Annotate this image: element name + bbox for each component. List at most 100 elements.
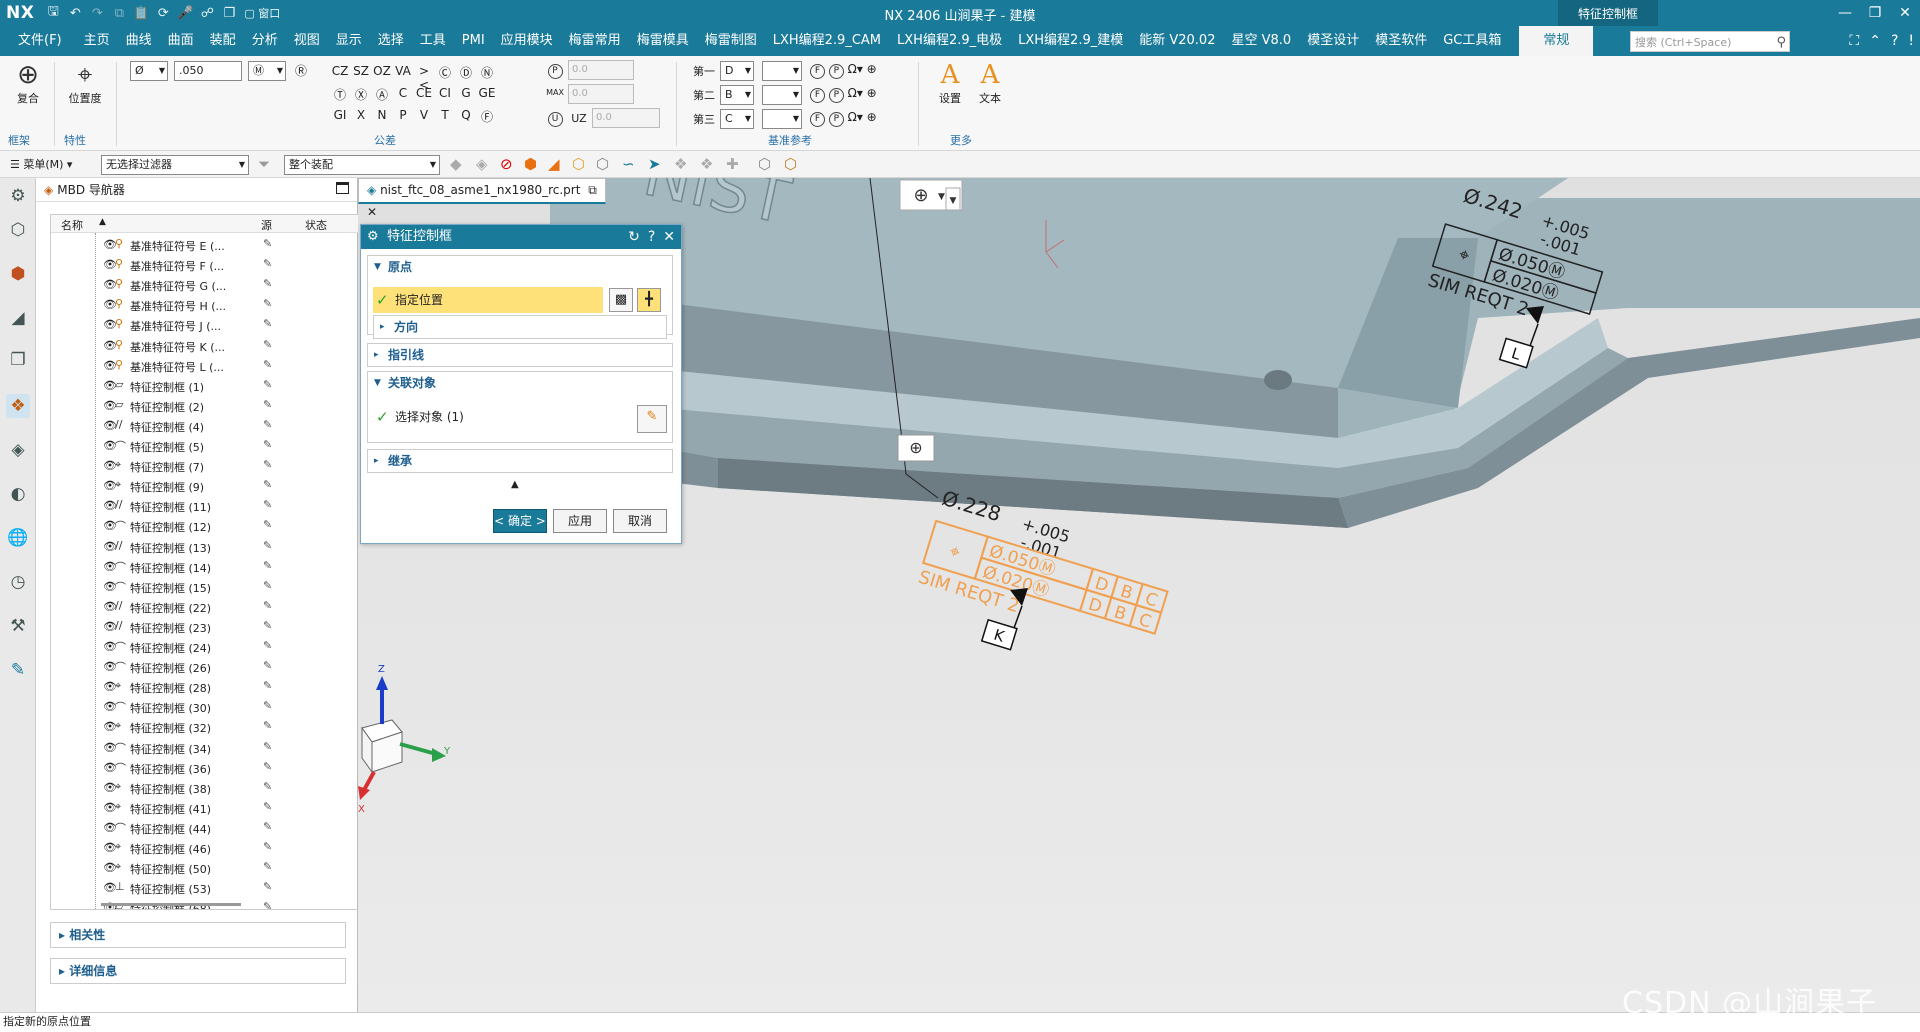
symbol-v[interactable]: V <box>415 108 433 122</box>
datum-k-feature[interactable]: K <box>980 618 1018 651</box>
tab-display[interactable]: 显示 <box>328 26 370 56</box>
collapse-associated-icon[interactable]: ▼ <box>374 372 381 394</box>
tree-row[interactable]: 👁 ⌒ 特征控制框 (30) ✎ <box>51 697 341 717</box>
symbol-c[interactable]: C <box>394 86 412 100</box>
symbol-d-circle[interactable]: Ⓓ <box>457 64 475 81</box>
projected-zone-field[interactable]: 0.0 <box>568 60 634 80</box>
composite-frame-button[interactable]: ⊕ 复合 <box>6 60 50 106</box>
globe-icon[interactable]: 🌐 <box>6 526 30 550</box>
tab-pmi[interactable]: PMI <box>454 26 493 56</box>
symbol-p[interactable]: P <box>394 108 412 122</box>
minimize-icon[interactable]: — <box>1830 0 1860 26</box>
snap-point-icon[interactable]: ➤ <box>648 155 661 173</box>
tree-row[interactable]: 👁 ▱ 特征控制框 (1) ✎ <box>51 376 341 396</box>
symbol-ge[interactable]: GE <box>478 86 496 100</box>
inherit-section[interactable]: ▸ 继承 <box>367 449 673 473</box>
file-menu[interactable]: 文件(F) <box>0 26 76 56</box>
reset-icon[interactable]: ↻ <box>628 225 640 249</box>
settings-button[interactable]: A 设置 <box>930 60 970 106</box>
tab-tools[interactable]: 工具 <box>412 26 454 56</box>
u-circle-icon[interactable]: U <box>546 110 564 127</box>
tree-row[interactable]: 👁 ⌖ 特征控制框 (41) ✎ <box>51 798 341 818</box>
snap-end-icon[interactable]: ❖ <box>674 155 687 173</box>
tab-view[interactable]: 视图 <box>286 26 328 56</box>
cancel-button[interactable]: 取消 <box>613 509 667 533</box>
symbol-gi[interactable]: GI <box>331 108 349 122</box>
leader-section[interactable]: ▸ 指引线 <box>367 343 673 367</box>
select-object-icon[interactable]: ✎ <box>637 405 667 433</box>
menu-button[interactable]: ☰ 菜单(M) ▾ <box>0 156 80 172</box>
selection-scope-dropdown[interactable]: 整个装配 ▼ <box>284 155 440 175</box>
symbol-c-circle[interactable]: Ⓒ <box>436 64 454 81</box>
tree-row[interactable]: 👁 ⊥ 特征控制框 (53) ✎ <box>51 878 341 898</box>
p-circle-icon[interactable]: P <box>546 62 564 79</box>
snap-mid-icon[interactable]: ❖ <box>700 155 713 173</box>
datum-tertiary-modifiers[interactable]: F P Ω▾ ⊕ <box>810 110 890 127</box>
collapse-ribbon-icon[interactable]: ⌃ <box>1869 33 1881 49</box>
reuse-library-icon[interactable]: ❐ <box>6 348 30 372</box>
tree-row[interactable]: 👁 ▱ 特征控制框 (2) ✎ <box>51 396 341 416</box>
symbol-va[interactable]: VA <box>394 64 412 78</box>
window-menu-icon[interactable]: ▢ 窗口 <box>240 2 284 24</box>
hd3d-tools-icon[interactable]: ◈ <box>6 438 30 462</box>
datum-primary-modifiers[interactable]: F P Ω▾ ⊕ <box>810 62 890 79</box>
datum-secondary-modifier-dropdown[interactable]: ▼ <box>762 85 802 105</box>
select-feature-icon[interactable]: ◆ <box>450 155 462 173</box>
tree-row[interactable]: 👁 ⌖ 特征控制框 (32) ✎ <box>51 717 341 737</box>
fullscreen-icon[interactable]: ⛶ <box>1849 33 1859 49</box>
redo-icon[interactable]: ↷ <box>86 2 108 24</box>
notification-icon[interactable]: ! <box>1908 33 1914 49</box>
tab-home[interactable]: 主页 <box>76 26 118 56</box>
tree-row[interactable]: 👁 ⌖ 特征控制框 (50) ✎ <box>51 858 341 878</box>
symbol-oz[interactable]: OZ <box>373 64 391 78</box>
expand-inherit-icon[interactable]: ▸ <box>374 450 379 472</box>
ok-button[interactable]: < 确定 > <box>493 509 547 533</box>
help-icon[interactable]: ? <box>1891 33 1898 49</box>
tab-nengxin[interactable]: 能新 V20.02 <box>1131 26 1223 56</box>
text-alignment-icon[interactable]: ▩ <box>609 288 633 312</box>
web-browser-icon[interactable]: ◐ <box>6 482 30 506</box>
symbol-sz[interactable]: SZ <box>352 64 370 78</box>
symbol-n[interactable]: N <box>373 108 391 122</box>
microphone-icon[interactable]: 🎤 <box>174 2 196 24</box>
snap-dropdown-icon[interactable]: ▼ <box>938 192 945 202</box>
tree-row[interactable]: 👁 ⌒ 特征控制框 (34) ✎ <box>51 738 341 758</box>
tab-lxh-electrode[interactable]: LXH编程2.9_电极 <box>889 26 1010 56</box>
tab-applications[interactable]: 应用模块 <box>493 26 561 56</box>
max-value-field[interactable]: 0.0 <box>568 84 634 104</box>
no-selection-icon[interactable]: ⊘ <box>500 155 513 173</box>
tree-row[interactable]: 👁 ⚲ 基准特征符号 K (... ✎ <box>51 336 341 356</box>
save-icon[interactable]: 🖫 <box>42 2 64 24</box>
tab-assembly[interactable]: 装配 <box>202 26 244 56</box>
expand-orientation-icon[interactable]: ▸ <box>380 316 385 338</box>
filter-icon[interactable]: ⏷ <box>258 155 270 173</box>
origin-tool-icon[interactable]: ╋ <box>637 288 661 312</box>
tree-row[interactable]: 👁 ⚲ 基准特征符号 H (... ✎ <box>51 295 341 315</box>
snap-point-type-icon[interactable]: ✚ <box>726 155 739 173</box>
datum-tertiary-dropdown[interactable]: C ▼ <box>720 109 754 129</box>
constraint-navigator-icon[interactable]: ◢ <box>6 306 30 330</box>
col-name-header[interactable]: 名称 <box>61 217 83 233</box>
search-icon[interactable]: ⚲ <box>1776 32 1786 53</box>
tree-row[interactable]: 👁//特征控制框 (22) ✎ <box>51 597 341 617</box>
paste-icon[interactable]: 📋 <box>130 2 152 24</box>
tree-row[interactable]: 👁 ⚲ 基准特征符号 J (... ✎ <box>51 315 341 335</box>
tree-row[interactable]: 👁//特征控制框 (23) ✎ <box>51 617 341 637</box>
tab-curve[interactable]: 曲线 <box>118 26 160 56</box>
select-solid-icon[interactable]: ⬢ <box>524 155 537 173</box>
cube-orange-icon[interactable]: ⬡ <box>784 155 797 173</box>
tree-horizontal-scrollbar[interactable] <box>101 903 241 906</box>
tab-meilei-mold[interactable]: 梅雷模具 <box>629 26 697 56</box>
datum-primary-dropdown[interactable]: D ▼ <box>720 61 754 81</box>
tree-row[interactable]: 👁 ⌖ 特征控制框 (9) ✎ <box>51 476 341 496</box>
orientation-section[interactable]: ▸ 方向 <box>373 315 667 339</box>
select-face-icon[interactable]: ◢ <box>548 155 560 173</box>
symbol-q[interactable]: Q <box>457 108 475 122</box>
symbol-t-circle[interactable]: Ⓣ <box>331 86 349 103</box>
copy-icon[interactable]: ⧉ <box>108 2 130 24</box>
uz-value-field[interactable]: 0.0 <box>592 108 660 128</box>
tree-row[interactable]: 👁 ⌖ 特征控制框 (7) ✎ <box>51 456 341 476</box>
symbol-x[interactable]: X <box>352 108 370 122</box>
symbol-x-circle[interactable]: Ⓧ <box>352 86 370 103</box>
select-sheet-icon[interactable]: ⬡ <box>572 155 585 173</box>
